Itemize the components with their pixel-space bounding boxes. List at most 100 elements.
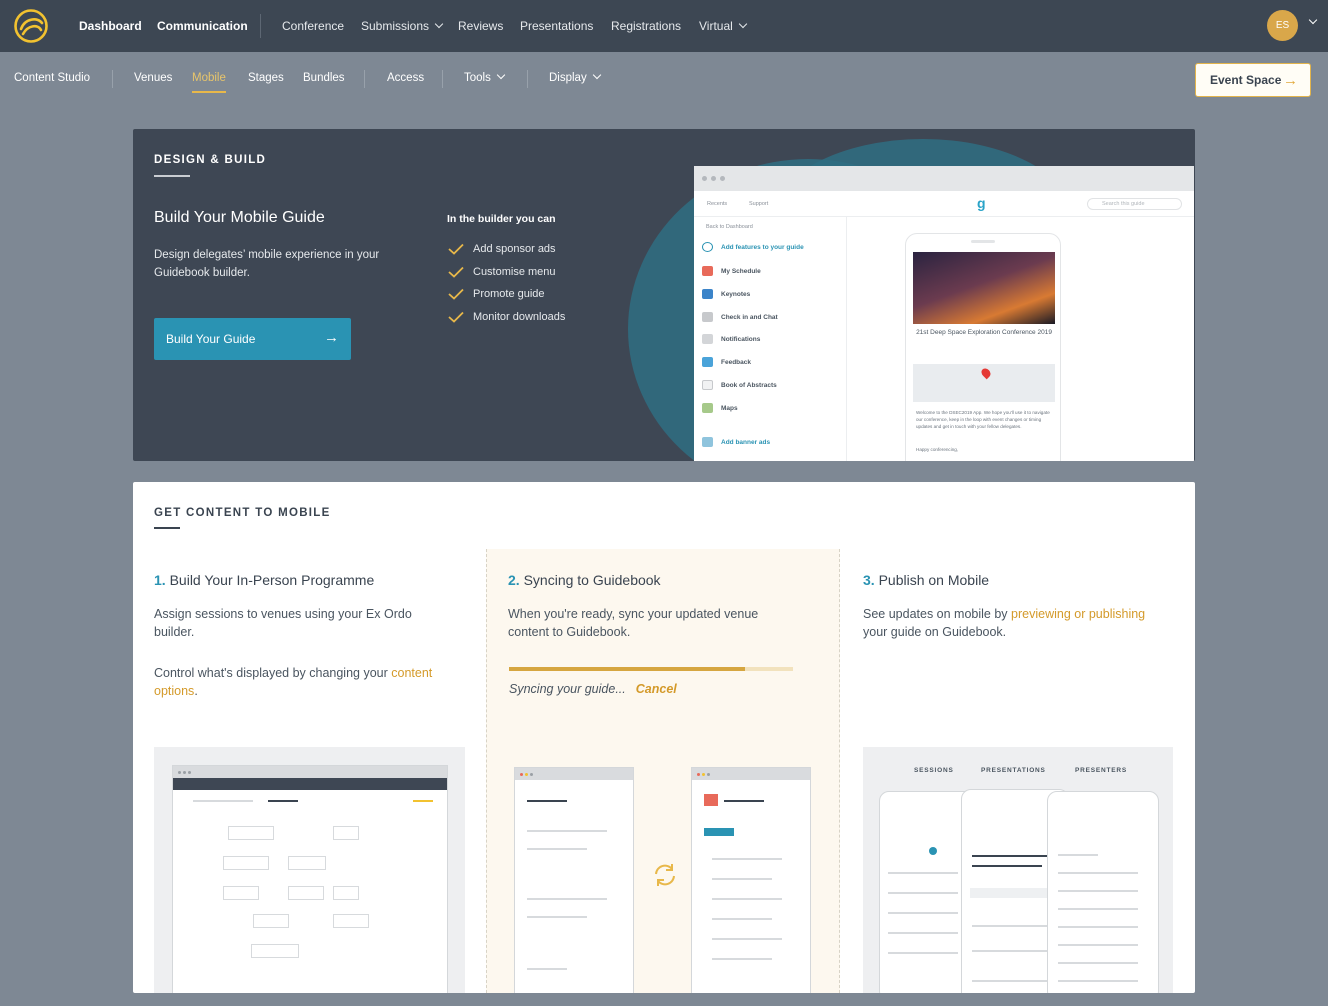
thumb-tab-sessions: SESSIONS [914, 767, 954, 774]
map-image [913, 364, 1055, 402]
checkmark-icon [448, 243, 464, 255]
menu-label: Notifications [721, 335, 761, 343]
calendar-icon [702, 266, 713, 276]
step-1-text-2-prefix: Control what's displayed by changing you… [154, 666, 392, 680]
feature-item: Monitor downloads [447, 311, 565, 323]
nav-virtual[interactable]: Virtual [699, 0, 748, 52]
phone-icon [702, 437, 713, 447]
nav-registrations[interactable]: Registrations [611, 0, 681, 52]
plus-icon [702, 242, 713, 252]
feature-label: Monitor downloads [473, 311, 566, 323]
nav-conference[interactable]: Conference [282, 0, 344, 52]
step-3-text-suffix: your guide on Guidebook. [863, 625, 1007, 639]
event-space-button[interactable]: Event Space → [1195, 63, 1311, 97]
menu-row: Check in and Chat [702, 312, 778, 322]
checkmark-icon [448, 266, 464, 278]
builder-toolbar: Recents Support g Search this guide [694, 191, 1194, 217]
support-menu: Support [749, 201, 769, 207]
nav-reviews[interactable]: Reviews [458, 0, 503, 52]
feature-item: Customise menu [447, 266, 556, 278]
arrow-right-icon: → [324, 329, 339, 346]
welcome-text: Welcome to the DSEC2019 App. We hope you… [916, 410, 1050, 429]
subnav-content-studio[interactable]: Content Studio [14, 72, 90, 84]
back-link: Back to Dashboard [706, 224, 753, 230]
subnav-tools[interactable]: Tools [464, 70, 506, 84]
ex-ordo-logo-icon[interactable] [14, 9, 48, 43]
nav-dashboard[interactable]: Dashboard [79, 0, 142, 52]
subnav-venues[interactable]: Venues [134, 72, 172, 84]
guidebook-schedule-window [691, 767, 811, 993]
feature-item: Add sponsor ads [447, 243, 556, 255]
menu-label: Feedback [721, 358, 751, 366]
subnav-mobile[interactable]: Mobile [192, 72, 226, 84]
builder-window [172, 765, 448, 993]
step-3-text: See updates on mobile by previewing or p… [863, 605, 1153, 641]
people-icon [702, 289, 713, 299]
user-menu-chevron-icon[interactable] [1308, 15, 1318, 25]
design-build-card: DESIGN & BUILD Build Your Mobile Guide D… [133, 129, 1195, 461]
subnav-display[interactable]: Display [549, 70, 601, 84]
mobile-screens-thumbnail: SESSIONS PRESENTATIONS PRESENTERS [863, 747, 1173, 993]
menu-row: Feedback [702, 357, 751, 367]
nav-submissions[interactable]: Submissions [361, 0, 444, 52]
user-avatar[interactable]: ES [1267, 10, 1298, 41]
hero-description: Design delegates’ mobile experience in y… [154, 249, 380, 279]
sync-progress-fill [509, 667, 745, 671]
subnav-display-label: Display [549, 72, 587, 84]
section-divider [154, 527, 180, 529]
chevron-down-icon [434, 19, 444, 29]
thumb-tab-presentations: PRESENTATIONS [981, 767, 1046, 774]
chat-icon [702, 357, 713, 367]
menu-row: Notifications [702, 334, 760, 344]
guidebook-builder-preview: Recents Support g Search this guide Back… [694, 166, 1194, 461]
build-your-guide-label: Build Your Guide [166, 332, 256, 346]
chevron-down-icon [738, 19, 748, 29]
map-icon [702, 403, 713, 413]
step-2-text: When you're ready, sync your updated ven… [508, 607, 759, 639]
sync-icon [655, 864, 675, 886]
step-1-text-2: Control what's displayed by changing you… [154, 664, 444, 700]
cancel-sync-link[interactable]: Cancel [636, 682, 677, 696]
feature-label: Add sponsor ads [473, 243, 556, 255]
subnav-divider [364, 70, 365, 88]
document-icon [702, 380, 713, 390]
step-1: 1. Build Your In-Person Programme Assign… [133, 549, 486, 993]
subnav-bundles[interactable]: Bundles [303, 72, 345, 84]
step-title-text: Publish on Mobile [878, 572, 990, 588]
browser-chrome [694, 166, 1194, 191]
menu-row: Maps [702, 403, 738, 413]
envelope-icon [702, 334, 713, 344]
menu-label: My Schedule [721, 267, 761, 275]
nav-communication[interactable]: Communication [157, 0, 248, 52]
section-title: GET CONTENT TO MOBILE [154, 507, 331, 519]
menu-label: Maps [721, 404, 738, 412]
previewing-publishing-link[interactable]: previewing or publishing [1011, 607, 1145, 621]
add-banner-label: Add banner ads [721, 438, 771, 446]
phone-preview: 21st Deep Space Exploration Conference 2… [905, 233, 1061, 461]
arrow-right-icon: → [1283, 72, 1298, 89]
step-2-title: 2. Syncing to Guidebook [508, 572, 661, 588]
step-title-text: Syncing to Guidebook [523, 572, 661, 588]
guide-search-input: Search this guide [1087, 198, 1182, 210]
step-number: 1. [154, 572, 166, 588]
menu-label: Keynotes [721, 290, 751, 298]
ex-ordo-schedule-window [514, 767, 634, 993]
subnav-tools-label: Tools [464, 72, 491, 84]
builder-features-title: In the builder you can [447, 213, 556, 225]
programme-builder-thumbnail [154, 747, 465, 993]
nav-submissions-label: Submissions [361, 19, 430, 33]
build-your-guide-button[interactable]: Build Your Guide → [154, 318, 351, 360]
step-3-text-prefix: See updates on mobile by [863, 607, 1012, 621]
sync-thumbnail [487, 747, 839, 993]
conference-title: 21st Deep Space Exploration Conference 2… [916, 329, 1052, 336]
step-3-title: 3. Publish on Mobile [863, 572, 989, 588]
subnav-divider [442, 70, 443, 88]
menu-row: Book of Abstracts [702, 380, 777, 390]
step-1-title: 1. Build Your In-Person Programme [154, 572, 374, 588]
presenters-phone [1047, 791, 1159, 993]
subnav-stages[interactable]: Stages [248, 72, 284, 84]
add-banner-row: Add banner ads [702, 437, 770, 447]
nav-presentations[interactable]: Presentations [520, 0, 593, 52]
subnav-access[interactable]: Access [387, 72, 424, 84]
menu-row: My Schedule [702, 266, 761, 276]
